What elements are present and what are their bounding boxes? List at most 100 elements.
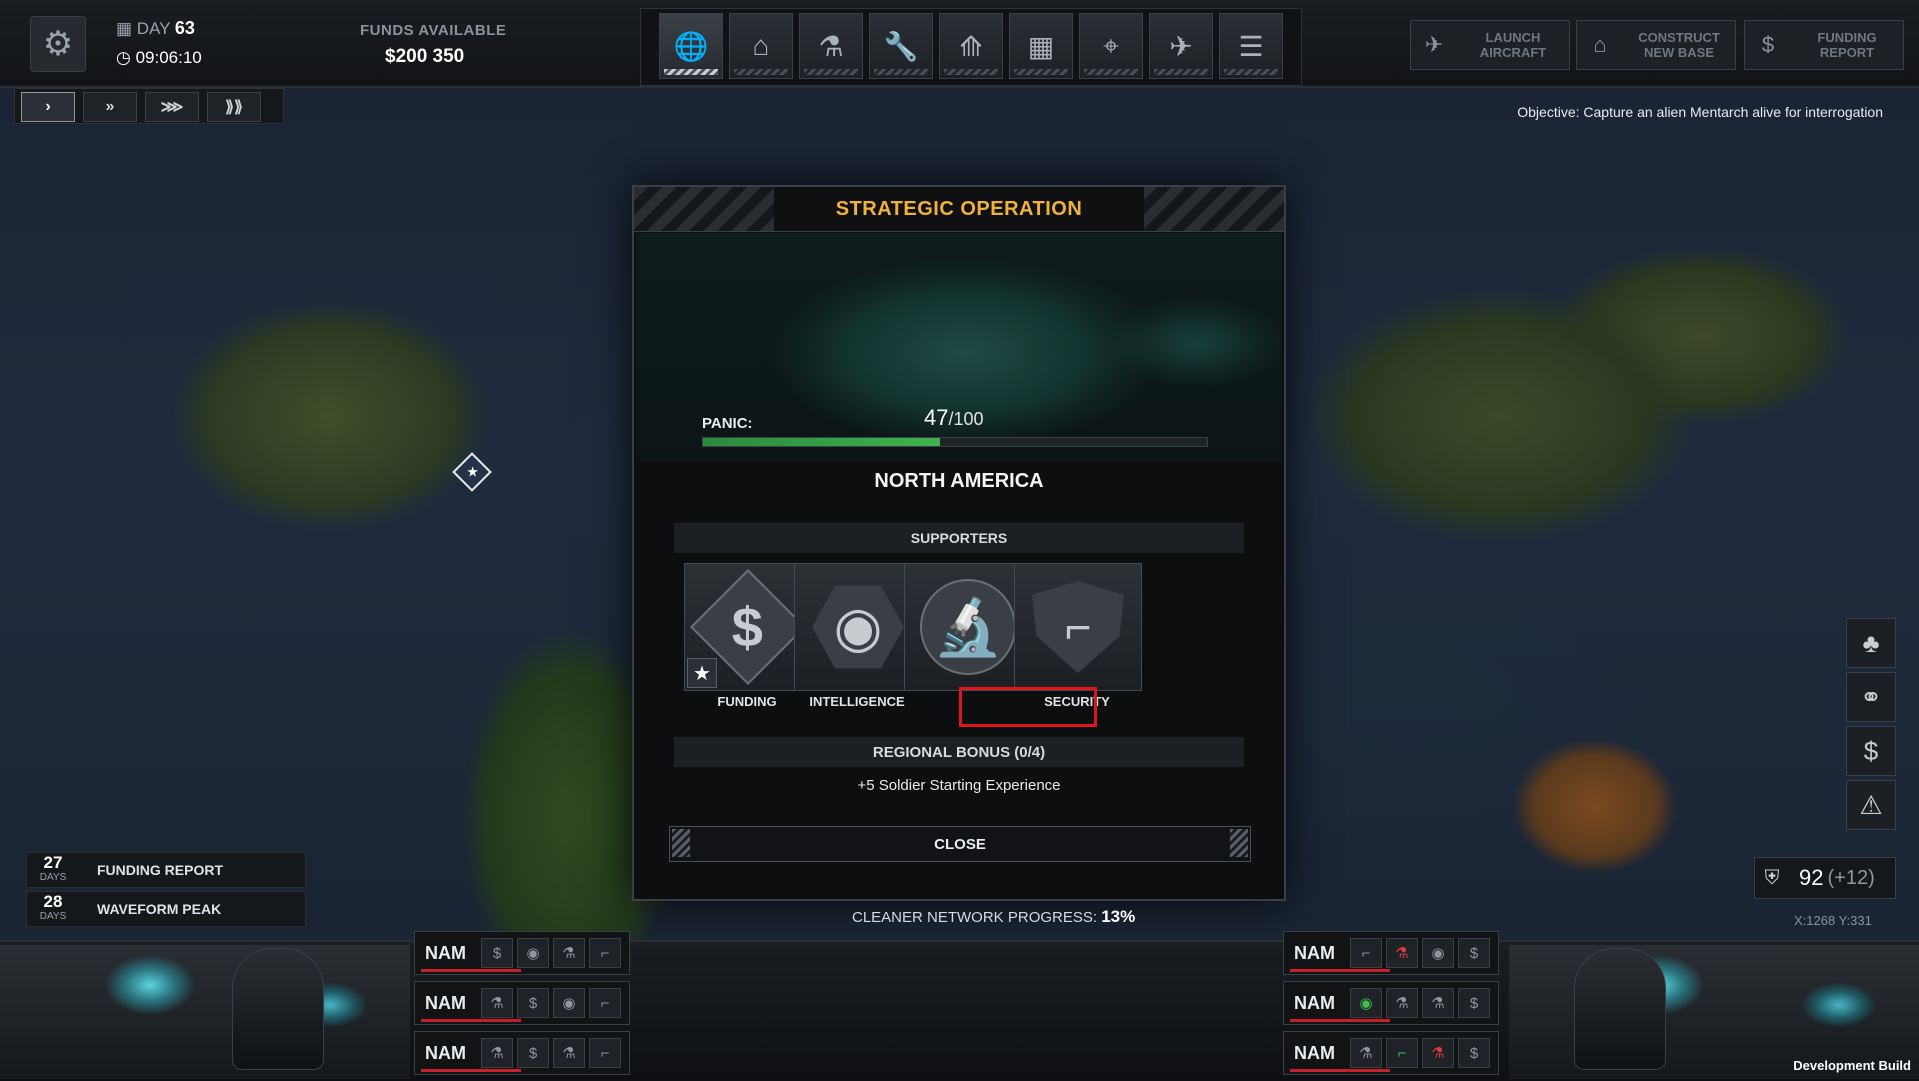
engineering-icon: 🔧 xyxy=(883,30,919,62)
archives-icon: ☰ xyxy=(1238,30,1264,62)
cursor-coordinates: X:1268 Y:331 xyxy=(1794,913,1872,928)
day-value: 63 xyxy=(174,18,195,38)
tab-soldiers[interactable]: ⟰ xyxy=(939,13,1003,79)
tab-facilities[interactable]: ▦ xyxy=(1009,13,1073,79)
security-shield-icon: ⌐ xyxy=(1032,581,1124,673)
event-days: 27 xyxy=(43,853,63,872)
event-days-unit: DAYS xyxy=(39,872,67,883)
funding-glyph: $ xyxy=(732,595,764,659)
construct-base-icon: ⌂ xyxy=(1593,32,1607,57)
globe-icon: 🌐 xyxy=(673,30,709,62)
supporter-funding[interactable]: $ ★ xyxy=(684,563,812,691)
close-button[interactable]: CLOSE xyxy=(669,826,1251,862)
panic-current: 47 xyxy=(924,405,949,430)
row-panic-bar xyxy=(1290,969,1390,972)
row-intel-icon: ◉ xyxy=(517,938,549,968)
cleaner-label: CLEANER NETWORK PROGRESS: xyxy=(852,909,1098,926)
region-row-right-1[interactable]: NAM ⌐ ⚗ ◉ $ xyxy=(1283,931,1499,975)
row-region-name: NAM xyxy=(425,942,466,963)
row-science-icon: ⚗ xyxy=(1386,988,1418,1018)
facilities-icon: ▦ xyxy=(1027,30,1055,62)
supporter-label-funding: FUNDING xyxy=(717,694,777,709)
supplies-icon[interactable]: ⚭ xyxy=(1846,672,1896,722)
dialog-title: STRATEGIC OPERATION xyxy=(774,187,1144,231)
right-operator-figure xyxy=(1574,948,1666,1070)
funding-report-button[interactable]: $ FUNDING REPORT xyxy=(1744,20,1904,70)
objective-text: Objective: Capture an alien Mentarch ali… xyxy=(1517,104,1883,120)
regional-bonus-text: +5 Soldier Starting Experience xyxy=(857,777,1061,794)
event-countdown: 28 DAYS xyxy=(27,893,79,923)
supporter-label-intelligence: INTELLIGENCE xyxy=(809,694,905,709)
main-nav-tabs: 🌐 ⌂ ⚗ 🔧 ⟰ ▦ ⌖ ✈ ☰ xyxy=(640,8,1302,86)
supporter-security[interactable]: ⌐ xyxy=(1014,563,1142,691)
row-funding-icon: $ xyxy=(1458,988,1490,1018)
weapons-icon: ⌖ xyxy=(1103,29,1119,61)
dialog-header: STRATEGIC OPERATION xyxy=(634,187,1284,232)
row-security-icon: ⌐ xyxy=(1386,1038,1418,1068)
tab-base[interactable]: ⌂ xyxy=(729,13,793,79)
clock: ◷ 09:06:10 xyxy=(116,48,202,67)
left-operator-figure xyxy=(232,948,324,1070)
row-panic-bar xyxy=(1290,1069,1390,1072)
speed-2-button[interactable]: » xyxy=(83,92,137,122)
crops-icon[interactable]: ♣ xyxy=(1846,618,1896,668)
day-label: DAY xyxy=(136,19,171,38)
panic-max: /100 xyxy=(948,409,984,429)
supporter-intelligence[interactable]: ◉ xyxy=(794,563,922,691)
row-science-icon: ⚗ xyxy=(481,988,513,1018)
event-waveform-peak[interactable]: 28 DAYS WAVEFORM PEAK xyxy=(26,891,306,927)
tab-research[interactable]: ⚗ xyxy=(799,13,863,79)
row-panic-bar xyxy=(1290,1019,1390,1022)
row-science-icon: ⚗ xyxy=(553,938,585,968)
tab-archives[interactable]: ☰ xyxy=(1219,13,1283,79)
tab-aircraft[interactable]: ✈ xyxy=(1149,13,1213,79)
finance-icon[interactable]: $ xyxy=(1846,726,1896,776)
row-science-icon: ⚗ xyxy=(1350,1038,1382,1068)
score-value: 92 xyxy=(1799,865,1824,890)
region-row-left-1[interactable]: NAM $ ◉ ⚗ ⌐ xyxy=(414,931,630,975)
cleaner-value: 13% xyxy=(1101,907,1136,926)
research-icon: ⚗ xyxy=(818,30,844,62)
development-build-label: Development Build xyxy=(1793,1058,1911,1073)
event-funding-report[interactable]: 27 DAYS FUNDING REPORT xyxy=(26,852,306,888)
speed-3-button[interactable]: ⋙ xyxy=(145,92,199,122)
region-row-left-3[interactable]: NAM ⚗ $ ⚗ ⌐ xyxy=(414,1031,630,1075)
settings-gear-icon[interactable]: ⚙ xyxy=(30,16,86,72)
speed-4-button[interactable]: ⟫⟫ xyxy=(207,92,261,122)
day-counter: ▦ DAY 63 xyxy=(116,18,195,38)
row-funding-icon: $ xyxy=(1458,938,1490,968)
row-science-icon: ⚗ xyxy=(553,1038,585,1068)
construct-base-label: CONSTRUCT NEW BASE xyxy=(1638,30,1720,60)
launch-aircraft-label: LAUNCH AIRCRAFT xyxy=(1479,30,1547,60)
strategic-operation-dialog: STRATEGIC OPERATION PANIC: 47/100 NORTH … xyxy=(632,185,1286,901)
row-security-icon: ⌐ xyxy=(1350,938,1382,968)
launch-aircraft-button[interactable]: ✈ LAUNCH AIRCRAFT xyxy=(1410,20,1570,70)
event-label: WAVEFORM PEAK xyxy=(97,901,222,917)
construct-base-button[interactable]: ⌂ CONSTRUCT NEW BASE xyxy=(1576,20,1736,70)
region-row-right-2[interactable]: NAM ◉ ⚗ ⚗ $ xyxy=(1283,981,1499,1025)
highlight-box xyxy=(959,687,1097,727)
event-days-unit: DAYS xyxy=(39,911,67,922)
row-funding-icon: $ xyxy=(517,988,549,1018)
region-row-right-3[interactable]: NAM ⚗ ⌐ ⚗ $ xyxy=(1283,1031,1499,1075)
star-icon: ★ xyxy=(687,658,717,688)
tab-geoscape[interactable]: 🌐 xyxy=(659,13,723,79)
region-name: NORTH AMERICA xyxy=(874,470,1044,492)
tab-engineering[interactable]: 🔧 xyxy=(869,13,933,79)
row-region-name: NAM xyxy=(1294,992,1335,1013)
row-region-name: NAM xyxy=(1294,942,1335,963)
warning-icon[interactable]: ⚠ xyxy=(1846,780,1896,830)
left-console-illustration xyxy=(0,945,410,1079)
row-funding-icon: $ xyxy=(481,938,513,968)
region-row-left-2[interactable]: NAM ⚗ $ ◉ ⌐ xyxy=(414,981,630,1025)
funds-label: FUNDS AVAILABLE xyxy=(360,22,507,39)
top-bar: ⚙ ▦ DAY 63 ◷ 09:06:10 FUNDS AVAILABLE $2… xyxy=(0,0,1919,88)
tab-weapons[interactable]: ⌖ xyxy=(1079,13,1143,79)
row-region-name: NAM xyxy=(1294,1042,1335,1063)
supporters-header: SUPPORTERS xyxy=(674,523,1244,553)
score-display: ⛨ 92 (+12) xyxy=(1754,857,1896,899)
speed-1-button[interactable]: › xyxy=(21,92,75,122)
supporter-science[interactable]: 🔬 xyxy=(904,563,1032,691)
panic-bar xyxy=(702,437,1208,447)
row-intel-icon: ◉ xyxy=(1422,938,1454,968)
